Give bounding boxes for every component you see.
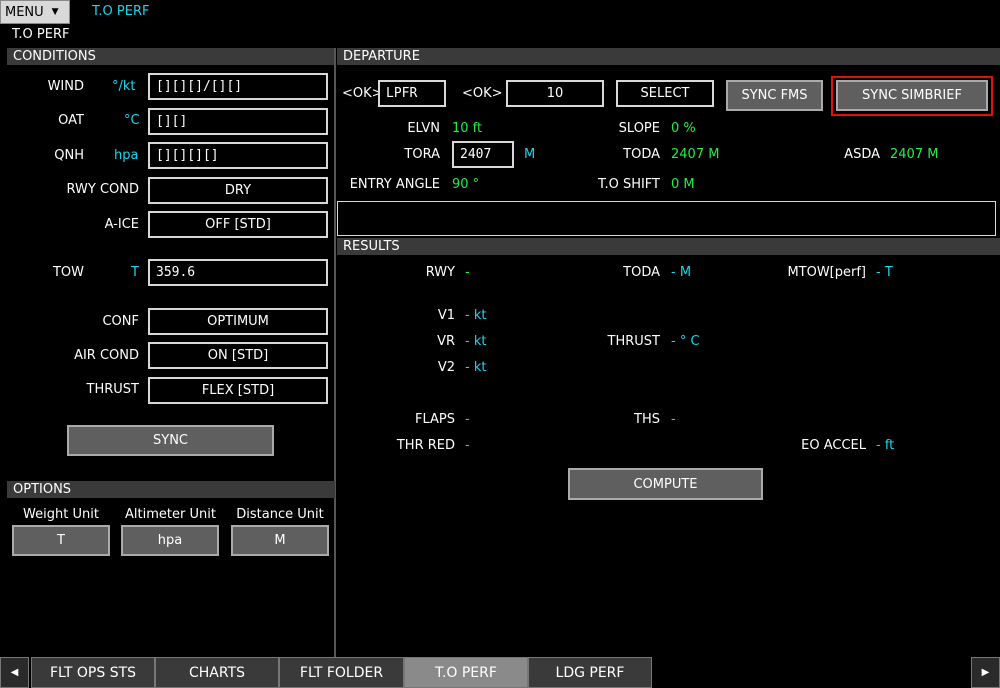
tow-field[interactable]: 359.6 [148,259,328,286]
entry-angle-value: 90 ° [452,177,480,192]
right-arrow-icon[interactable]: ▶ [971,657,1000,688]
wind-label: WIND [47,79,84,94]
page-title: T.O PERF [92,4,150,19]
result-thrust-label: THRUST [607,334,660,349]
altimeter-unit-button[interactable]: hpa [121,525,219,556]
asda-label: ASDA [844,147,880,162]
eo-accel-label: EO ACCEL [801,438,866,453]
result-thrust-value: - ° C [671,334,700,349]
left-arrow-icon[interactable]: ◀ [0,657,29,688]
airport-field[interactable]: LPFR [378,80,446,107]
toda-label: TODA [623,147,660,162]
tab-flt-ops-sts[interactable]: FLT OPS STS [31,657,155,688]
conditions-header: CONDITIONS [7,48,335,65]
weight-unit-label: Weight Unit [23,507,99,522]
result-rwy-label: RWY [425,265,455,280]
options-header: OPTIONS [7,481,335,498]
v1-value: - kt [465,308,487,323]
select-runway-button[interactable]: SELECT [616,80,714,107]
entry-angle-label: ENTRY ANGLE [349,177,440,192]
sync-simbrief-button[interactable]: SYNC SIMBRIEF [836,80,988,111]
tow-unit: T [131,265,139,280]
runway-ok-label: <OK> [462,86,503,101]
thrust-field[interactable]: FLEX [STD] [148,377,328,404]
toda-value: 2407 M [671,147,720,162]
ths-label: THS [634,412,660,427]
menu-label: MENU [5,4,44,20]
v2-value: - kt [465,360,487,375]
tab-flt-folder[interactable]: FLT FOLDER [279,657,404,688]
conf-label: CONF [102,314,139,329]
tora-field[interactable]: 2407 [452,141,514,168]
air-cond-label: AIR COND [74,348,139,363]
page-subtitle: T.O PERF [12,27,70,42]
slope-value: 0 % [671,121,696,136]
tow-label: TOW [52,265,84,280]
oat-label: OAT [58,113,84,128]
thr-red-value: - [465,438,470,453]
v1-label: V1 [437,308,455,323]
departure-header: DEPARTURE [337,48,1000,65]
thr-red-label: THR RED [396,438,455,453]
compute-button[interactable]: COMPUTE [568,468,763,500]
flaps-label: FLAPS [414,412,455,427]
menu-button[interactable]: MENU ▼ [0,0,70,24]
result-toda-label: TODA [623,265,660,280]
a-ice-label: A-ICE [104,217,139,232]
to-shift-label: T.O SHIFT [598,177,660,192]
flaps-value: - [465,412,470,427]
to-shift-value: 0 M [671,177,695,192]
a-ice-field[interactable]: OFF [STD] [148,211,328,238]
qnh-field[interactable]: [][][][] [148,142,328,169]
elvn-value: 10 ft [452,121,483,136]
result-mtow-value: - T [876,265,893,280]
tab-ldg-perf[interactable]: LDG PERF [528,657,652,688]
tab-to-perf[interactable]: T.O PERF [404,657,528,688]
asda-value: 2407 M [890,147,939,162]
sync-fms-button[interactable]: SYNC FMS [726,80,823,111]
sync-button[interactable]: SYNC [67,425,274,456]
tora-label: TORA [404,147,440,162]
slope-label: SLOPE [618,121,660,136]
rwy-cond-field[interactable]: DRY [148,177,328,204]
oat-unit: °C [124,113,140,128]
thrust-label: THRUST [86,382,139,397]
qnh-label: QNH [54,148,84,163]
message-box [337,201,996,236]
result-rwy-value: - [465,265,470,280]
altimeter-unit-label: Altimeter Unit [125,507,216,522]
distance-unit-button[interactable]: M [231,525,329,556]
results-header: RESULTS [337,238,1000,255]
wind-field[interactable]: [][][]/[][] [148,73,328,100]
air-cond-field[interactable]: ON [STD] [148,342,328,369]
wind-unit: °/kt [112,79,136,94]
vr-value: - kt [465,334,487,349]
conf-field[interactable]: OPTIMUM [148,308,328,335]
distance-unit-label: Distance Unit [236,507,324,522]
rwy-cond-label: RWY COND [66,182,139,197]
result-toda-value: - M [671,265,692,280]
ths-value: - [671,412,676,427]
oat-field[interactable]: [][] [148,108,328,135]
tab-charts[interactable]: CHARTS [155,657,279,688]
runway-field[interactable]: 10 [506,80,604,107]
v2-label: V2 [437,360,455,375]
panel-divider [334,48,336,657]
weight-unit-button[interactable]: T [12,525,110,556]
elvn-label: ELVN [407,121,440,136]
vr-label: VR [437,334,455,349]
eo-accel-value: - ft [876,438,895,453]
airport-ok-label: <OK> [342,86,383,101]
tora-unit: M [524,147,536,162]
qnh-unit: hpa [114,148,139,163]
result-mtow-label: MTOW[perf] [787,265,866,280]
chevron-down-icon: ▼ [51,7,59,17]
